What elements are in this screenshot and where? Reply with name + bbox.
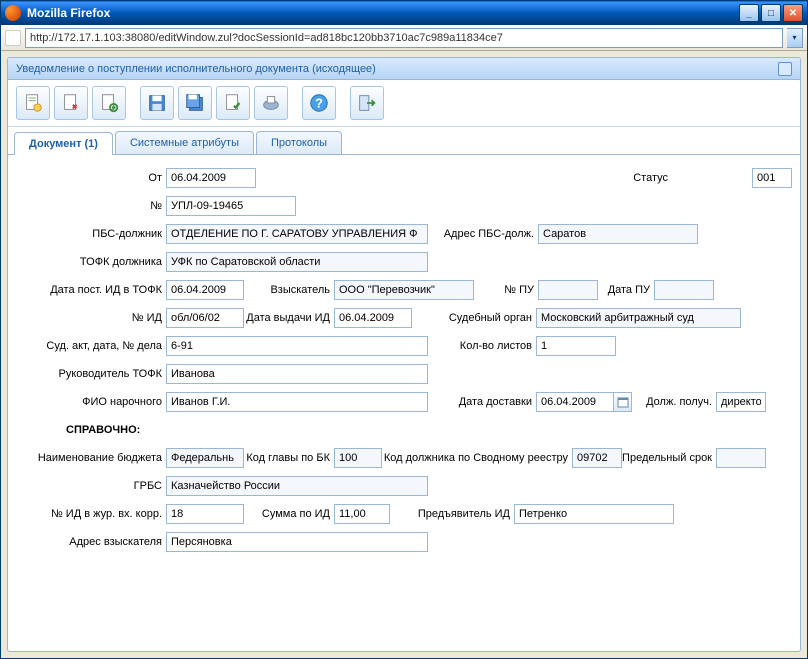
- input-adr-pbs[interactable]: [538, 224, 698, 244]
- label-data-pu: Дата ПУ: [598, 284, 654, 296]
- input-adr-vz[interactable]: [166, 532, 428, 552]
- window-title: Mozilla Firefox: [27, 6, 739, 20]
- page-icon: [5, 30, 21, 46]
- label-kol-list: Кол-во листов: [428, 340, 536, 352]
- label-no-id-zhur: № ИД в жур. вх. корр.: [16, 508, 166, 520]
- label-naim: Наименование бюджета: [16, 452, 166, 464]
- save-button[interactable]: [140, 86, 174, 120]
- panel-header: Уведомление о поступлении исполнительног…: [8, 58, 800, 80]
- url-dropdown[interactable]: ▾: [787, 28, 803, 48]
- input-sud[interactable]: [536, 308, 741, 328]
- firefox-icon: [5, 5, 21, 21]
- label-status: Статус: [612, 172, 672, 184]
- input-no[interactable]: [166, 196, 296, 216]
- input-ruk[interactable]: [166, 364, 428, 384]
- label-dolz: Долж. получ.: [632, 396, 716, 408]
- label-data-post: Дата пост. ИД в ТОФК: [16, 284, 166, 296]
- input-ot[interactable]: [166, 168, 256, 188]
- input-pbs[interactable]: [166, 224, 428, 244]
- label-tofk: ТОФК должника: [16, 256, 166, 268]
- close-button[interactable]: ✕: [783, 4, 803, 22]
- label-ot: От: [16, 172, 166, 184]
- minimize-button[interactable]: _: [739, 4, 759, 22]
- address-bar: http://172.17.1.103:38080/editWindow.zul…: [1, 25, 807, 51]
- input-no-id-zhur[interactable]: [166, 504, 244, 524]
- label-fio: ФИО нарочного: [16, 396, 166, 408]
- label-ruk: Руководитель ТОФК: [16, 368, 166, 380]
- input-status[interactable]: [752, 168, 792, 188]
- doc-button-3[interactable]: [92, 86, 126, 120]
- input-summa[interactable]: [334, 504, 390, 524]
- input-dolz[interactable]: [716, 392, 766, 412]
- url-field[interactable]: http://172.17.1.103:38080/editWindow.zul…: [25, 28, 783, 48]
- input-grbs[interactable]: [166, 476, 428, 496]
- input-naim[interactable]: [166, 448, 244, 468]
- input-no-pu[interactable]: [538, 280, 598, 300]
- tab-document[interactable]: Документ (1): [14, 132, 113, 155]
- tab-system-attrs[interactable]: Системные атрибуты: [115, 131, 254, 154]
- tab-protocols[interactable]: Протоколы: [256, 131, 342, 154]
- panel-title: Уведомление о поступлении исполнительног…: [16, 63, 778, 75]
- titlebar: Mozilla Firefox _ □ ✕: [1, 1, 807, 25]
- label-pred-srok: Предельный срок: [622, 452, 716, 464]
- calendar-icon[interactable]: [614, 392, 632, 412]
- form-area: От Статус № ПБС-должник Адрес ПБС-долж.: [8, 155, 800, 651]
- label-kod-gl: Код главы по БК: [244, 452, 334, 464]
- input-data-post[interactable]: [166, 280, 244, 300]
- input-kod-dolz[interactable]: [572, 448, 622, 468]
- doc-button-2[interactable]: [54, 86, 88, 120]
- maximize-panel-icon[interactable]: [778, 62, 792, 76]
- doc-button-1[interactable]: [16, 86, 50, 120]
- svg-text:?: ?: [315, 96, 323, 111]
- exit-button[interactable]: [350, 86, 384, 120]
- input-pred-srok[interactable]: [716, 448, 766, 468]
- save-all-button[interactable]: [178, 86, 212, 120]
- input-vzysk[interactable]: [334, 280, 474, 300]
- label-vzysk: Взыскатель: [244, 284, 334, 296]
- input-kol-list[interactable]: [536, 336, 616, 356]
- input-sud-akt[interactable]: [166, 336, 428, 356]
- label-sud: Судебный орган: [412, 312, 536, 324]
- input-no-id[interactable]: [166, 308, 244, 328]
- label-adr-vz: Адрес взыскателя: [16, 536, 166, 548]
- label-no-id: № ИД: [16, 312, 166, 324]
- doc-check-button[interactable]: [216, 86, 250, 120]
- input-data-vyd[interactable]: [334, 308, 412, 328]
- label-sud-akt: Суд. акт, дата, № дела: [16, 340, 166, 352]
- tab-bar: Документ (1) Системные атрибуты Протокол…: [8, 127, 800, 155]
- input-pred-id[interactable]: [514, 504, 674, 524]
- label-no-pu: № ПУ: [474, 284, 538, 296]
- label-pred-id: Предъявитель ИД: [390, 508, 514, 520]
- print-button[interactable]: [254, 86, 288, 120]
- label-no: №: [16, 200, 166, 212]
- help-button[interactable]: ?: [302, 86, 336, 120]
- label-data-vyd: Дата выдачи ИД: [244, 312, 334, 324]
- label-adr-pbs: Адрес ПБС-долж.: [428, 228, 538, 240]
- input-tofk[interactable]: [166, 252, 428, 272]
- label-kod-dolz: Код должника по Сводному реестру: [382, 452, 572, 464]
- toolbar: ?: [8, 80, 800, 127]
- label-data-dost: Дата доставки: [428, 396, 536, 408]
- label-grbs: ГРБС: [16, 480, 166, 492]
- maximize-button[interactable]: □: [761, 4, 781, 22]
- input-fio[interactable]: [166, 392, 428, 412]
- input-data-pu[interactable]: [654, 280, 714, 300]
- label-summa: Сумма по ИД: [244, 508, 334, 520]
- input-kod-gl[interactable]: [334, 448, 382, 468]
- input-data-dost[interactable]: [536, 392, 614, 412]
- label-sprav: СПРАВОЧНО:: [16, 424, 166, 436]
- label-pbs: ПБС-должник: [16, 228, 166, 240]
